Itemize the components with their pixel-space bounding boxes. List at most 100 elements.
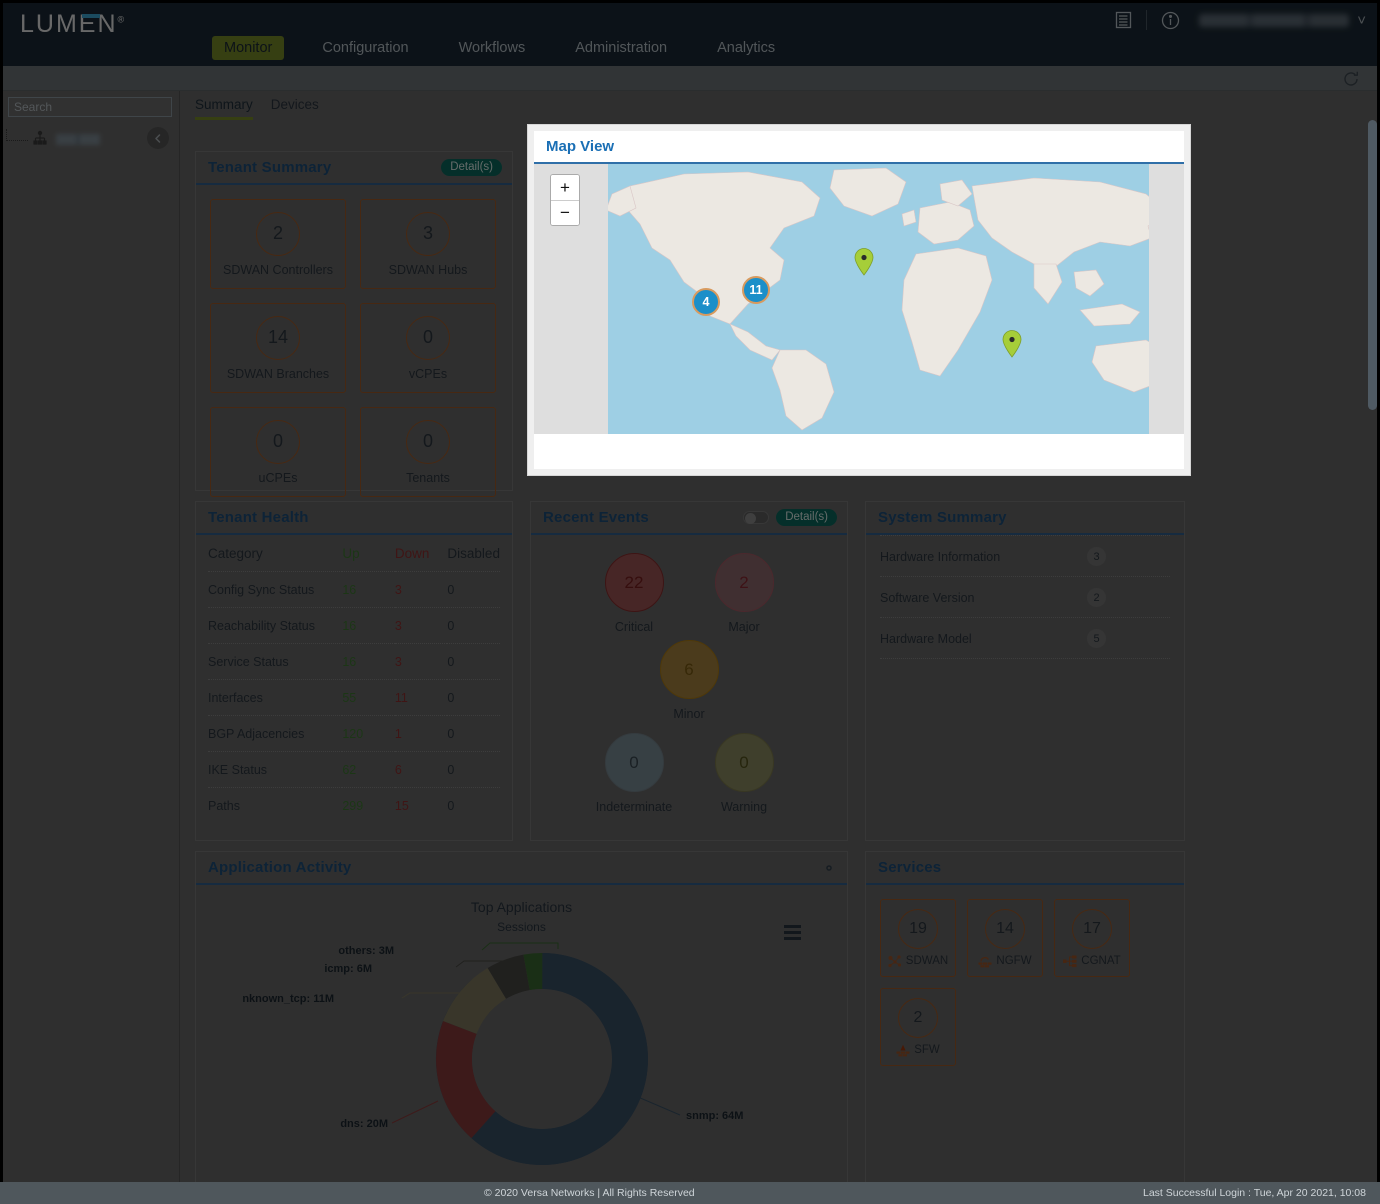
event-critical[interactable]: 22 Critical	[579, 553, 689, 634]
table-row[interactable]: Paths 299 15 0	[208, 788, 500, 824]
service-label-row: CGNAT	[1063, 955, 1120, 968]
tile-ucpes[interactable]: 0 uCPEs	[210, 407, 346, 497]
service-tile-sfw[interactable]: 2 SFW	[880, 988, 956, 1066]
lumen-logo[interactable]: LUMEN®	[20, 10, 126, 39]
service-label-row: SDWAN	[888, 955, 948, 968]
map-location-pin[interactable]	[1002, 330, 1022, 358]
recent-events-header: Recent Events Detail(s)	[531, 502, 847, 535]
table-row[interactable]: IKE Status 62 6 0	[208, 752, 500, 788]
recent-events-toggle[interactable]	[743, 511, 769, 524]
cell-category: Config Sync Status	[208, 572, 342, 608]
cell-up[interactable]: 62	[342, 752, 395, 788]
cell-down[interactable]: 1	[395, 716, 448, 752]
tree-connector	[6, 129, 28, 141]
nav-tab-workflows[interactable]: Workflows	[447, 36, 538, 60]
donut-chart-svg[interactable]: others: 3M icmp: 6M unknown_tcp: 11M dns…	[242, 919, 802, 1182]
system-summary-row[interactable]: Hardware Information 3	[880, 535, 1170, 577]
tile-sdwan-controllers[interactable]: 2 SDWAN Controllers	[210, 199, 346, 289]
map-zoom-out-button[interactable]: −	[551, 200, 579, 225]
map-cluster-marker[interactable]: 11	[742, 276, 770, 304]
cell-down[interactable]: 3	[395, 608, 448, 644]
cell-down[interactable]: 11	[395, 680, 448, 716]
row-label: Hardware Information	[880, 550, 1000, 564]
tile-sdwan-branches[interactable]: 14 SDWAN Branches	[210, 303, 346, 393]
system-summary-row[interactable]: Hardware Model 5	[880, 618, 1170, 659]
tile-value: 0	[406, 316, 450, 360]
system-summary-row[interactable]: Software Version 2	[880, 577, 1170, 618]
map-canvas[interactable]: + − 4 11	[534, 164, 1184, 434]
pie-label-unknown-tcp: unknown_tcp: 11M	[242, 993, 334, 1005]
nav-tab-analytics[interactable]: Analytics	[705, 36, 787, 60]
tile-value: 14	[256, 316, 300, 360]
search-input[interactable]	[8, 97, 172, 117]
tab-devices[interactable]: Devices	[271, 97, 319, 117]
gear-icon[interactable]	[821, 860, 837, 876]
cell-up[interactable]: 16	[342, 572, 395, 608]
footer-last-login: Last Successful Login : Tue, Apr 20 2021…	[1143, 1187, 1366, 1199]
nav-tab-monitor[interactable]: Monitor	[212, 36, 284, 60]
col-header-up: Up	[342, 546, 359, 561]
cell-down[interactable]: 3	[395, 572, 448, 608]
system-summary-rows: Hardware Information 3 Software Version …	[866, 535, 1184, 659]
tile-sdwan-hubs[interactable]: 3 SDWAN Hubs	[360, 199, 496, 289]
footer-copyright: © 2020 Versa Networks | All Rights Reser…	[484, 1187, 695, 1199]
user-account-menu[interactable]: ˅	[1189, 12, 1372, 29]
tenant-health-body: Config Sync Status 16 3 0 Reachability S…	[208, 572, 500, 824]
event-label: Critical	[615, 620, 653, 634]
cell-up[interactable]: 299	[342, 788, 395, 824]
panel-title: Tenant Summary	[208, 159, 331, 176]
chart-title: Top Applications	[196, 899, 847, 915]
row-label: Software Version	[880, 591, 975, 605]
list-icon[interactable]	[1104, 1, 1142, 39]
sidebar-search-wrap	[0, 91, 179, 117]
panel-title: Services	[878, 859, 941, 876]
info-icon[interactable]	[1151, 1, 1189, 39]
ngfw-icon	[978, 955, 992, 968]
map-view-panel: Map View	[527, 124, 1191, 476]
event-major[interactable]: 2 Major	[689, 553, 799, 634]
nav-tab-configuration[interactable]: Configuration	[310, 36, 420, 60]
cell-category: Interfaces	[208, 680, 342, 716]
service-count: 17	[1072, 909, 1112, 949]
table-row[interactable]: Reachability Status 16 3 0	[208, 608, 500, 644]
event-minor[interactable]: 6 Minor	[634, 640, 744, 721]
nav-tab-administration[interactable]: Administration	[563, 36, 679, 60]
map-location-pin[interactable]	[854, 248, 874, 276]
tenant-summary-panel: Tenant Summary Detail(s) 2 SDWAN Control…	[195, 151, 513, 491]
recent-events-details-button[interactable]: Detail(s)	[776, 509, 837, 526]
recent-events-severity-grid: 22 Critical 2 Major 6 Minor 0 Indetermi	[531, 535, 847, 820]
cell-up[interactable]: 120	[342, 716, 395, 752]
event-label: Major	[728, 620, 759, 634]
collapse-sidebar-button[interactable]	[147, 127, 169, 149]
tenant-icon	[30, 129, 50, 149]
tab-summary[interactable]: Summary	[195, 97, 253, 120]
cell-down[interactable]: 3	[395, 644, 448, 680]
map-zoom-in-button[interactable]: +	[551, 175, 579, 200]
tile-vcpes[interactable]: 0 vCPEs	[360, 303, 496, 393]
divider	[1146, 10, 1147, 30]
refresh-icon[interactable]	[1342, 70, 1360, 88]
map-cluster-marker[interactable]: 4	[692, 288, 720, 316]
table-row[interactable]: BGP Adjacencies 120 1 0	[208, 716, 500, 752]
tile-tenants[interactable]: 0 Tenants	[360, 407, 496, 497]
table-row[interactable]: Config Sync Status 16 3 0	[208, 572, 500, 608]
event-indeterminate[interactable]: 0 Indeterminate	[579, 733, 689, 814]
tenant-summary-details-button[interactable]: Detail(s)	[441, 159, 502, 176]
service-tile-ngfw[interactable]: 14 NGFW	[967, 899, 1043, 977]
main-nav-tabs: Monitor Configuration Workflows Administ…	[0, 36, 1380, 60]
event-warning[interactable]: 0 Warning	[689, 733, 799, 814]
cell-down[interactable]: 15	[395, 788, 448, 824]
cell-down[interactable]: 6	[395, 752, 448, 788]
service-tile-cgnat[interactable]: 17 CGNAT	[1054, 899, 1130, 977]
vertical-scrollbar[interactable]	[1368, 120, 1377, 410]
cell-up[interactable]: 16	[342, 608, 395, 644]
cell-disabled: 0	[447, 752, 500, 788]
service-tile-sdwan[interactable]: 19	[880, 899, 956, 977]
table-row[interactable]: Service Status 16 3 0	[208, 644, 500, 680]
event-count: 0	[715, 733, 774, 792]
cell-up[interactable]: 16	[342, 644, 395, 680]
tenant-tree-row[interactable]	[0, 125, 179, 153]
table-row[interactable]: Interfaces 55 11 0	[208, 680, 500, 716]
donut-ring	[454, 971, 630, 1147]
cell-up[interactable]: 55	[342, 680, 395, 716]
